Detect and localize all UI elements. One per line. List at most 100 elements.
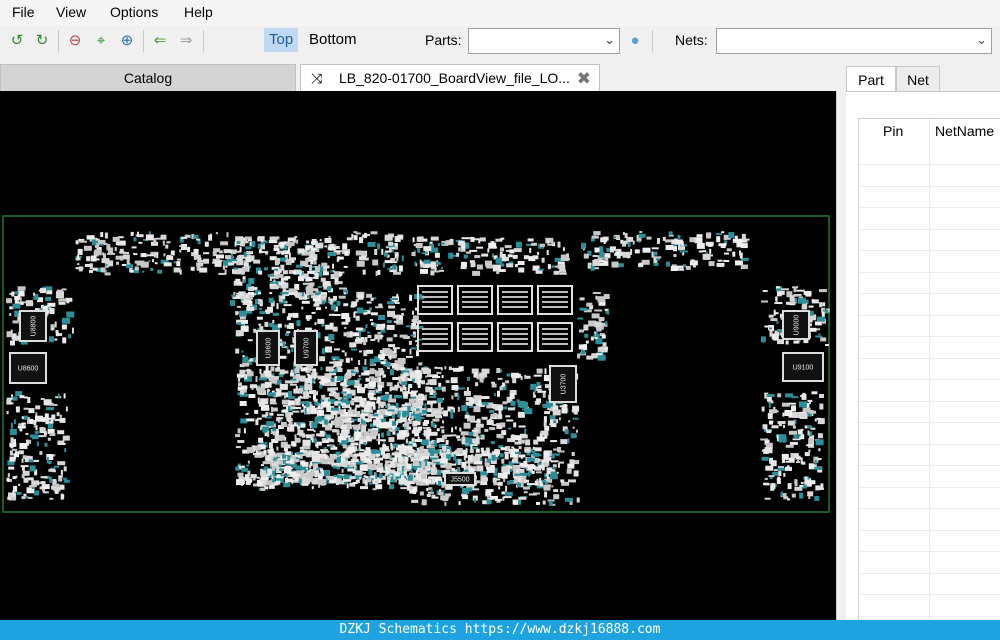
board-component	[484, 428, 489, 432]
board-component	[416, 236, 423, 242]
board-component	[272, 428, 277, 432]
board-component	[359, 237, 363, 244]
board-component	[370, 338, 376, 341]
col-netname[interactable]: NetName	[935, 123, 994, 139]
board-component	[381, 248, 384, 255]
board-component	[708, 261, 715, 267]
tab-boardview[interactable]: ⤨ LB_820-01700_BoardView_file_LO... ✖	[300, 64, 600, 91]
rotate-right-icon[interactable]: ↻	[32, 31, 52, 51]
board-component	[389, 484, 394, 490]
bulb-icon[interactable]: ●	[625, 31, 645, 51]
board-component	[44, 442, 48, 447]
menu-help[interactable]: Help	[184, 4, 213, 20]
top-side-button[interactable]: Top	[264, 28, 299, 52]
board-component	[429, 379, 435, 384]
back-arrow-icon[interactable]: ⇐	[150, 31, 170, 51]
board-component	[285, 460, 292, 464]
board-component	[475, 382, 479, 387]
nets-combo[interactable]: ⌄	[716, 28, 992, 54]
board-component	[442, 420, 444, 424]
board-component	[502, 382, 505, 387]
board-component	[239, 316, 246, 320]
board-component	[245, 412, 249, 415]
board-component	[25, 433, 29, 435]
toolbar-separator	[203, 30, 204, 52]
forward-arrow-icon[interactable]: ⇒	[176, 31, 196, 51]
board-component	[363, 340, 367, 345]
menu-file[interactable]: File	[12, 4, 35, 20]
tab-part[interactable]: Part	[846, 66, 896, 92]
board-component	[507, 480, 511, 485]
board-component	[21, 474, 25, 479]
board-component	[314, 322, 317, 326]
board-component	[350, 400, 354, 405]
board-component	[504, 453, 509, 460]
tab-boardview-label: LB_820-01700_BoardView_file_LO...	[339, 70, 570, 86]
board-component	[296, 320, 301, 327]
rotate-left-icon[interactable]: ↺	[7, 31, 27, 51]
board-component	[305, 245, 310, 251]
board-component	[744, 238, 750, 241]
board-component	[491, 404, 495, 409]
board-component	[496, 405, 500, 411]
vertical-scrollbar[interactable]	[836, 91, 844, 620]
board-component	[338, 295, 346, 299]
board-component	[285, 451, 292, 456]
board-component	[264, 267, 268, 271]
menu-options[interactable]: Options	[110, 4, 158, 20]
board-component	[367, 242, 376, 247]
bottom-side-button[interactable]: Bottom	[304, 28, 362, 52]
board-component	[367, 331, 371, 334]
board-component	[461, 405, 468, 411]
board-component	[461, 237, 468, 240]
board-component	[112, 236, 120, 242]
board-component	[290, 378, 297, 381]
fit-icon[interactable]: ⌖	[91, 31, 111, 51]
board-component	[33, 292, 35, 296]
board-component	[335, 376, 337, 380]
board-component	[343, 408, 346, 414]
tab-catalog[interactable]: Catalog	[0, 64, 296, 91]
zoom-in-icon[interactable]: ⊕	[117, 31, 137, 51]
board-component	[360, 401, 365, 407]
board-component	[256, 417, 262, 420]
menu-view[interactable]: View	[56, 4, 86, 20]
board-component	[534, 458, 540, 463]
board-component	[271, 475, 274, 480]
col-pin[interactable]: Pin	[883, 123, 903, 139]
board-component	[724, 252, 729, 255]
zoom-out-icon[interactable]: ⊖	[65, 31, 85, 51]
board-component	[238, 375, 241, 382]
board-component	[411, 437, 415, 442]
board-component	[347, 393, 352, 399]
board-component	[421, 501, 427, 505]
board-component	[361, 426, 367, 432]
board-component	[395, 402, 399, 408]
board-component	[393, 271, 402, 275]
board-component	[765, 424, 768, 431]
board-component	[520, 375, 523, 380]
memory-chip-pad	[502, 301, 528, 303]
memory-chip-outline	[537, 285, 573, 315]
close-icon[interactable]: ✖	[577, 65, 591, 92]
board-component	[8, 492, 16, 498]
parts-combo[interactable]: ⌄	[468, 28, 620, 54]
board-component	[216, 254, 224, 259]
board-component	[770, 318, 778, 322]
board-component	[707, 243, 713, 247]
board-component	[359, 464, 368, 471]
board-component	[412, 420, 418, 427]
tab-net[interactable]: Net	[896, 66, 940, 92]
board-component	[393, 334, 398, 338]
board-canvas[interactable]: U8800 U8600 U9600 U9700 U3700 U9000 U9100 J5500	[0, 91, 836, 620]
board-component	[793, 340, 800, 344]
board-component	[242, 362, 250, 367]
board-component	[368, 381, 376, 388]
board-component	[782, 412, 785, 417]
board-component	[401, 255, 404, 262]
board-component	[666, 261, 671, 267]
board-component	[77, 254, 80, 259]
board-component	[421, 473, 427, 479]
board-component	[89, 263, 93, 270]
board-component	[638, 262, 644, 266]
